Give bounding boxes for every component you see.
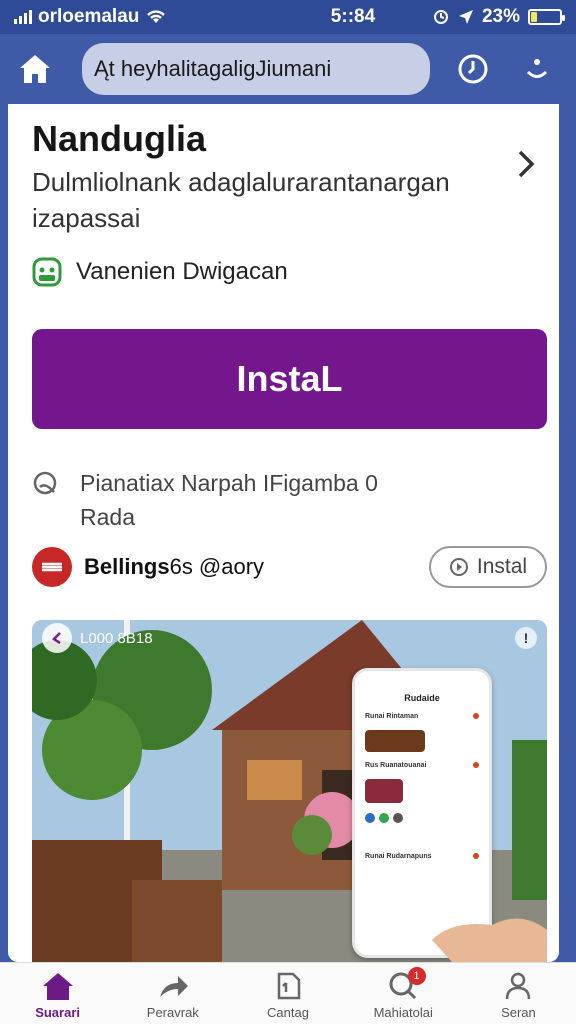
notification-badge: 1 — [407, 967, 426, 985]
related-install-button[interactable]: Instal — [429, 546, 547, 588]
preview-back-icon[interactable] — [42, 623, 72, 653]
history-button[interactable] — [450, 46, 496, 92]
preview-info-icon[interactable]: ! — [515, 627, 537, 649]
developer-android-icon — [32, 257, 62, 287]
related-install-label: Instal — [476, 555, 528, 578]
bottom-navigation: Suarari Peravrak Cantag 1 Mahiatolai Ser… — [0, 962, 576, 1024]
document-icon — [277, 972, 301, 1000]
phone-row: Runai Rudarnapuns — [365, 853, 479, 860]
phone-row: Runai Rintaman — [365, 713, 479, 720]
clock-icon — [449, 558, 468, 576]
location-icon — [458, 10, 473, 24]
home-icon — [20, 55, 50, 83]
related-app-row[interactable]: Bellings6s @aory Instal — [32, 546, 547, 588]
related-app-name-bold: Bellings — [84, 554, 170, 579]
home-button[interactable] — [12, 46, 58, 92]
phone-row-image — [365, 730, 425, 752]
install-button[interactable]: InstaL — [32, 329, 547, 429]
smiley-icon — [526, 59, 548, 78]
signal-icon — [14, 10, 32, 24]
rating-text: Pianatiax Narpah IFigamba 0 Rada — [80, 470, 378, 530]
status-bar: orloemalau 5::84 23% — [0, 0, 576, 34]
clock-time: 5::84 — [330, 6, 376, 27]
battery-percent: 23% — [481, 6, 520, 27]
wifi-icon — [147, 10, 166, 23]
app-description: Dulmliolnank adaglaluraranta­nargan izap… — [32, 167, 450, 233]
nav-item-home[interactable]: Suarari — [0, 963, 115, 1024]
nav-item-document[interactable]: Cantag — [230, 963, 345, 1024]
app-detail-card: Nanduglia Dulmliolnank adaglaluraranta­n… — [8, 104, 559, 962]
app-title: Nanduglia — [32, 118, 207, 159]
nav-label: Suarari — [35, 1005, 80, 1020]
alarm-icon — [433, 10, 448, 24]
developer-name: Vanenien Dwigacan — [76, 258, 288, 285]
preview-overlay: L000 8B18 ! — [32, 620, 547, 656]
nav-item-profile[interactable]: Seran — [461, 963, 576, 1024]
nav-item-share[interactable]: Peravrak — [115, 963, 230, 1024]
phone-row-image — [365, 779, 403, 803]
hand-image — [432, 918, 547, 962]
account-button[interactable] — [514, 46, 560, 92]
nav-label: Cantag — [267, 1005, 309, 1020]
related-app-name-rest: 6s @aory — [169, 554, 265, 579]
developer-row[interactable]: Vanenien Dwigacan — [32, 256, 288, 288]
phone-icon-row — [365, 813, 479, 823]
search-icon — [33, 471, 57, 495]
nav-label: Mahiatolai — [373, 1005, 433, 1020]
home-icon — [42, 973, 73, 1000]
battery-icon — [528, 9, 565, 25]
nav-label: Seran — [501, 1005, 536, 1020]
preview-overlay-text: L000 8B18 — [80, 629, 153, 647]
rating-row: Pianatiax Narpah IFigamba 0 Rada — [32, 466, 400, 534]
phone-title: Rudaide — [404, 693, 440, 703]
share-icon — [159, 976, 188, 997]
browser-toolbar: Ąt heyhalitagaligJiumani — [0, 34, 576, 104]
phone-row: Rus Ruanatouanai — [365, 762, 479, 769]
nav-item-search[interactable]: 1 Mahiatolai — [346, 963, 461, 1024]
person-icon — [506, 972, 531, 1000]
chevron-right-icon[interactable] — [511, 146, 541, 182]
related-app-logo-icon — [32, 547, 72, 587]
url-bar[interactable]: Ąt heyhalitagaligJiumani — [82, 43, 430, 95]
nav-label: Peravrak — [146, 1005, 199, 1020]
carrier-name: orloemalau — [38, 6, 140, 27]
related-app-name: Bellings6s @aory — [84, 554, 264, 580]
app-screenshot-preview[interactable]: L000 8B18 ! Rudaide Runai Rintaman Rus R… — [32, 620, 547, 962]
clock-icon — [458, 54, 488, 84]
